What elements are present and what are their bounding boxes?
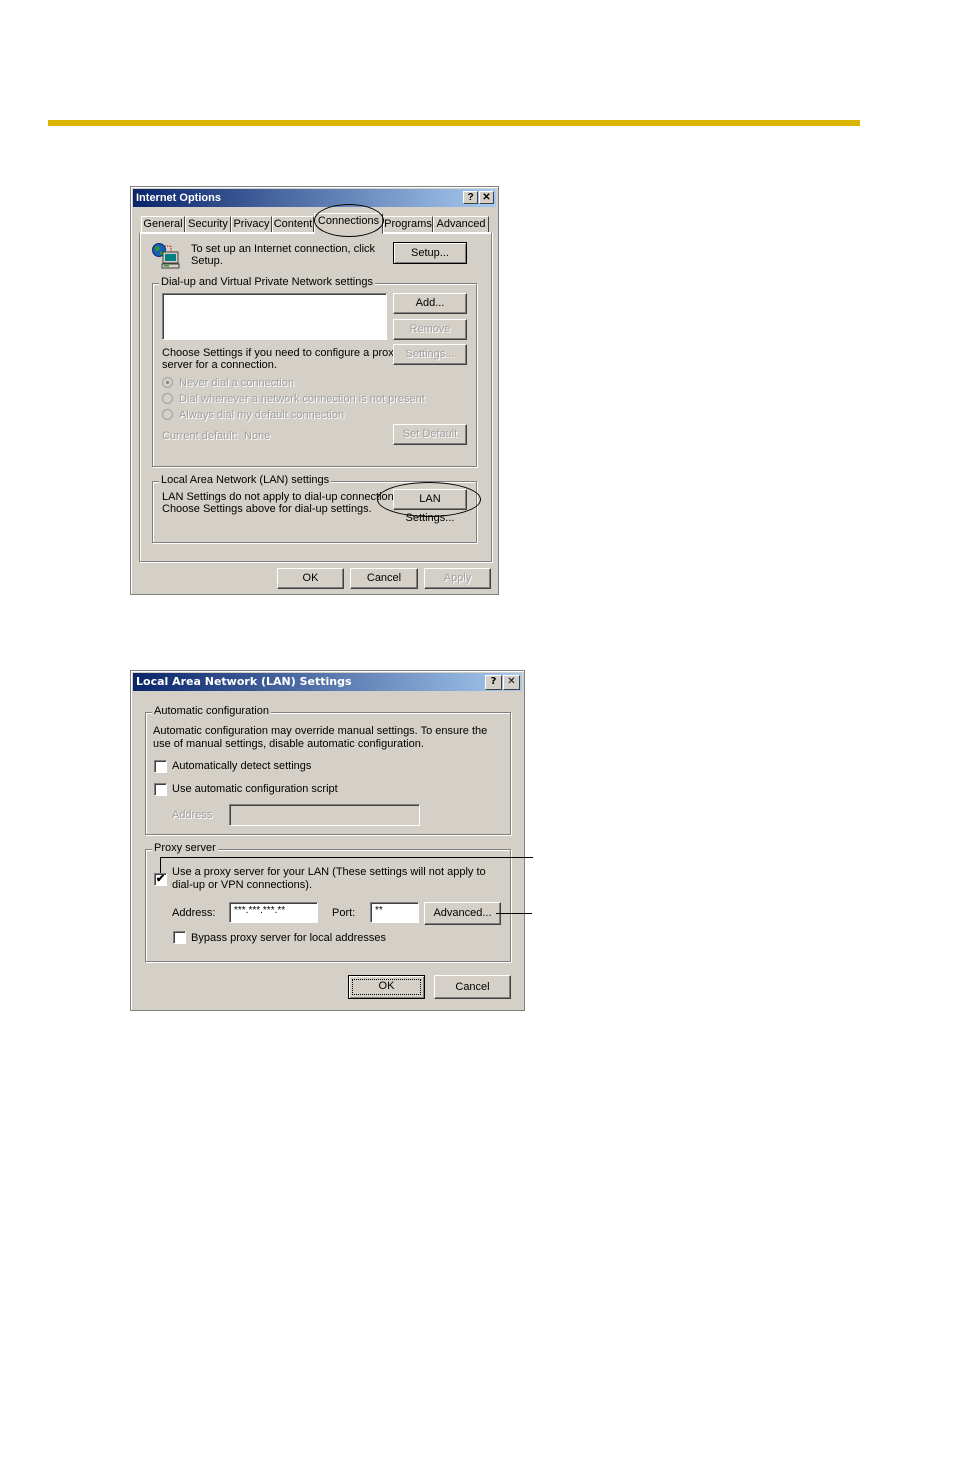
lan-text-line1: LAN Settings do not apply to dial-up con… bbox=[162, 491, 403, 503]
lan-settings-dialog: Local Area Network (LAN) Settings ? ✕ Au… bbox=[130, 670, 525, 1011]
tab-privacy[interactable]: Privacy bbox=[231, 216, 272, 233]
set-default-button[interactable]: Set Default bbox=[393, 424, 467, 445]
settings-hint-line1: Choose Settings if you need to configure… bbox=[162, 347, 400, 359]
current-default-value: None bbox=[244, 430, 271, 442]
ok-button[interactable]: OK bbox=[348, 975, 425, 999]
automatic-configuration-label: Automatic configuration bbox=[152, 705, 271, 717]
close-button[interactable]: ✕ bbox=[479, 191, 494, 204]
settings-button[interactable]: Settings... bbox=[393, 344, 467, 365]
settings-hint-line2: server for a connection. bbox=[162, 359, 277, 371]
current-default-label: Current default: bbox=[162, 430, 238, 442]
never-dial-label: Never dial a connection bbox=[179, 377, 294, 389]
setup-button[interactable]: Setup... bbox=[393, 242, 467, 264]
auto-detect-label: Automatically detect settings bbox=[172, 760, 312, 772]
tab-security[interactable]: Security bbox=[185, 216, 231, 233]
title-bar: Local Area Network (LAN) Settings ? ✕ bbox=[133, 673, 522, 691]
auto-script-address-input[interactable] bbox=[229, 804, 420, 826]
dialup-group-label: Dial-up and Virtual Private Network sett… bbox=[159, 276, 375, 288]
proxy-port-label: Port: bbox=[332, 907, 356, 919]
bypass-local-label: Bypass proxy server for local addresses bbox=[191, 932, 387, 944]
auto-detect-checkbox[interactable] bbox=[154, 760, 167, 773]
use-proxy-label-line1: Use a proxy server for your LAN (These s… bbox=[172, 866, 486, 878]
header-accent-rule bbox=[48, 120, 860, 126]
use-proxy-callout-line bbox=[160, 857, 533, 858]
dialup-connections-list[interactable] bbox=[162, 293, 387, 340]
auto-script-checkbox[interactable] bbox=[154, 783, 167, 796]
proxy-address-label: Address: bbox=[172, 907, 216, 919]
use-proxy-checkbox[interactable]: ✔ bbox=[154, 873, 167, 886]
lan-group-label: Local Area Network (LAN) settings bbox=[159, 474, 332, 486]
internet-options-dialog: Internet Options ? ✕ General Security Pr… bbox=[130, 186, 499, 595]
setup-description-line1: To set up an Internet connection, click bbox=[191, 243, 376, 255]
help-button[interactable]: ? bbox=[485, 675, 502, 690]
use-proxy-label-line2: dial-up or VPN connections). bbox=[172, 879, 313, 891]
auto-config-description-line1: Automatic configuration may override man… bbox=[153, 725, 488, 737]
cancel-button[interactable]: Cancel bbox=[350, 568, 418, 589]
auto-script-address-label: Address bbox=[172, 809, 213, 821]
cancel-button[interactable]: Cancel bbox=[434, 975, 511, 999]
dial-whenever-label: Dial whenever a network connection is no… bbox=[179, 393, 425, 405]
close-button[interactable]: ✕ bbox=[503, 675, 520, 690]
tab-programs[interactable]: Programs bbox=[383, 216, 433, 233]
remove-button[interactable]: Remove bbox=[393, 319, 467, 340]
tab-content[interactable]: Content bbox=[272, 216, 314, 233]
never-dial-radio[interactable] bbox=[162, 377, 173, 388]
tab-general[interactable]: General bbox=[141, 216, 185, 233]
proxy-port-input[interactable]: ** bbox=[370, 902, 419, 923]
title-bar: Internet Options ? ✕ bbox=[133, 189, 496, 207]
dial-whenever-radio[interactable] bbox=[162, 393, 173, 404]
add-button[interactable]: Add... bbox=[393, 293, 467, 314]
auto-config-description-line2: use of manual settings, disable automati… bbox=[153, 738, 424, 750]
always-dial-radio[interactable] bbox=[162, 409, 173, 420]
advanced-callout-line bbox=[496, 913, 532, 914]
lan-settings-highlight bbox=[377, 482, 481, 517]
tab-advanced[interactable]: Advanced bbox=[433, 216, 489, 233]
connections-tab-highlight bbox=[314, 204, 384, 237]
proxy-server-label: Proxy server bbox=[152, 842, 218, 854]
lan-text-line2: Choose Settings above for dial-up settin… bbox=[162, 503, 372, 515]
bypass-local-checkbox[interactable] bbox=[173, 931, 186, 944]
auto-script-label: Use automatic configuration script bbox=[172, 783, 338, 795]
use-proxy-callout-drop bbox=[160, 857, 161, 873]
apply-button[interactable]: Apply bbox=[424, 568, 491, 589]
dialog-title: Internet Options bbox=[136, 192, 221, 204]
setup-description-line2: Setup. bbox=[191, 255, 223, 267]
always-dial-label: Always dial my default connection bbox=[179, 409, 345, 421]
help-button[interactable]: ? bbox=[463, 191, 478, 204]
proxy-address-input[interactable]: ***.***.***.** bbox=[229, 902, 318, 923]
ok-button[interactable]: OK bbox=[277, 568, 344, 589]
network-connection-icon bbox=[151, 242, 181, 270]
advanced-button[interactable]: Advanced... bbox=[424, 902, 501, 925]
dialog-title: Local Area Network (LAN) Settings bbox=[136, 675, 352, 688]
